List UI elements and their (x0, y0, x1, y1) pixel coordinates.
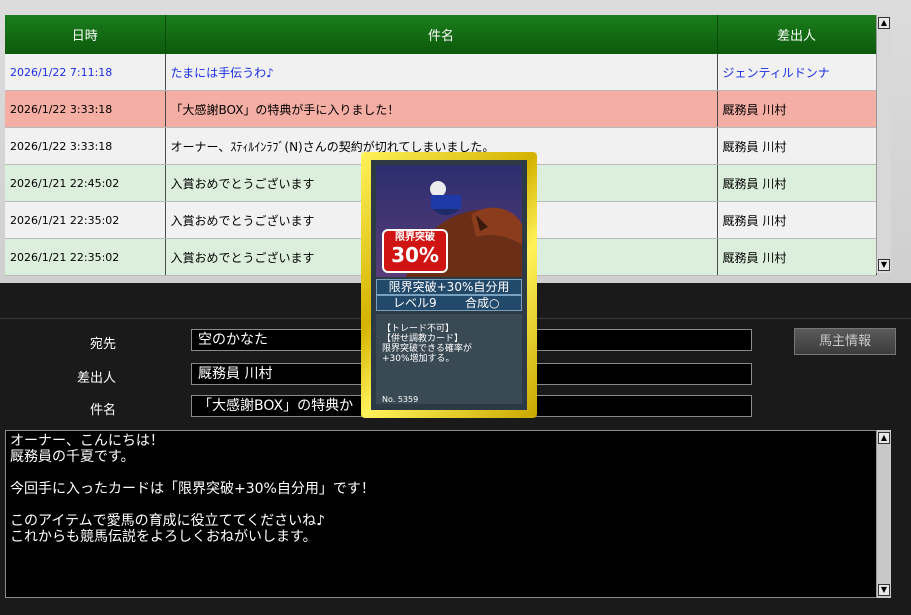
card-number: No. 5359 (382, 395, 419, 404)
mail-sender: 厩務員 川村 (717, 127, 877, 165)
card-combine: 合成○ (465, 296, 500, 310)
mail-date: 2026/1/22 3:33:18 (5, 127, 166, 165)
card-artwork: 限界突破 30% (376, 165, 522, 277)
scroll-down-icon[interactable]: ▼ (878, 584, 890, 596)
body-line: これからも競馬伝説をよろしくおねがいします。 (10, 529, 317, 545)
body-line: 厩務員の千夏です。 (10, 449, 135, 465)
column-header-date[interactable]: 日時 (5, 15, 166, 54)
owner-info-button[interactable]: 馬主情報 (794, 328, 896, 355)
mail-sender: 厩務員 川村 (717, 201, 877, 239)
item-card-tooltip: 限界突破 30% 限界突破+30%自分用 レベル9 合成○ 【トレード不可】 【… (361, 152, 537, 418)
column-header-sender[interactable]: 差出人 (717, 15, 877, 54)
mail-row[interactable]: 2026/1/22 7:11:18 たまには手伝うわ♪ ジェンティルドンナ (5, 54, 877, 91)
body-line: このアイテムで愛馬の育成に役立ててくださいね♪ (10, 513, 326, 529)
scroll-down-icon[interactable]: ▼ (878, 259, 890, 271)
mail-subject: 「大感謝BOX」の特典が手に入りました！ (165, 90, 718, 128)
mail-sender: ジェンティルドンナ (717, 54, 877, 91)
mail-sender: 厩務員 川村 (717, 238, 877, 276)
limit-break-badge: 限界突破 30% (382, 229, 448, 273)
mail-date: 2026/1/22 7:11:18 (5, 54, 166, 91)
mail-date: 2026/1/21 22:35:02 (5, 201, 166, 239)
mail-date: 2026/1/21 22:45:02 (5, 164, 166, 202)
card-frame: 限界突破 30% 限界突破+30%自分用 レベル9 合成○ 【トレード不可】 【… (371, 160, 527, 410)
card-level-row: レベル9 合成○ (376, 295, 522, 311)
mail-subject: たまには手伝うわ♪ (165, 54, 718, 91)
card-desc-line: 【トレード不可】 (382, 324, 455, 334)
column-header-subject[interactable]: 件名 (165, 15, 718, 54)
badge-value: 30% (391, 243, 439, 267)
subject-label: 件名 (89, 403, 116, 418)
card-description: 【トレード不可】 【併せ調教カード】 限界突破できる確率が +30%増加する。 (376, 314, 522, 404)
card-name: 限界突破+30%自分用 (376, 279, 522, 295)
body-line: 今回手に入ったカードは「限界突破+30%自分用」です！ (10, 481, 375, 497)
card-desc-line: +30%増加する。 (382, 354, 455, 364)
scroll-up-icon[interactable]: ▲ (878, 17, 890, 29)
message-body: オーナー、こんにちは！ 厩務員の千夏です。 今回手に入ったカードは「限界突破+3… (5, 430, 877, 598)
mail-date: 2026/1/21 22:35:02 (5, 238, 166, 276)
mail-sender: 厩務員 川村 (717, 164, 877, 202)
body-line: オーナー、こんにちは！ (10, 433, 164, 449)
mail-row[interactable]: 2026/1/22 3:33:18 「大感謝BOX」の特典が手に入りました！ 厩… (5, 90, 877, 128)
card-desc-line: 限界突破できる確率が (382, 344, 472, 354)
mail-list-scrollbar[interactable]: ▲ ▼ (876, 15, 891, 273)
mail-table-header: 日時 件名 差出人 (5, 15, 877, 54)
mail-sender: 厩務員 川村 (717, 90, 877, 128)
card-desc-line: 【併せ調教カード】 (382, 334, 464, 344)
to-label: 宛先 (89, 337, 116, 352)
card-level: レベル9 (393, 296, 437, 310)
scroll-up-icon[interactable]: ▲ (878, 432, 890, 444)
mail-date: 2026/1/22 3:33:18 (5, 90, 166, 128)
message-scrollbar[interactable]: ▲ ▼ (876, 430, 891, 598)
from-label: 差出人 (76, 371, 116, 386)
